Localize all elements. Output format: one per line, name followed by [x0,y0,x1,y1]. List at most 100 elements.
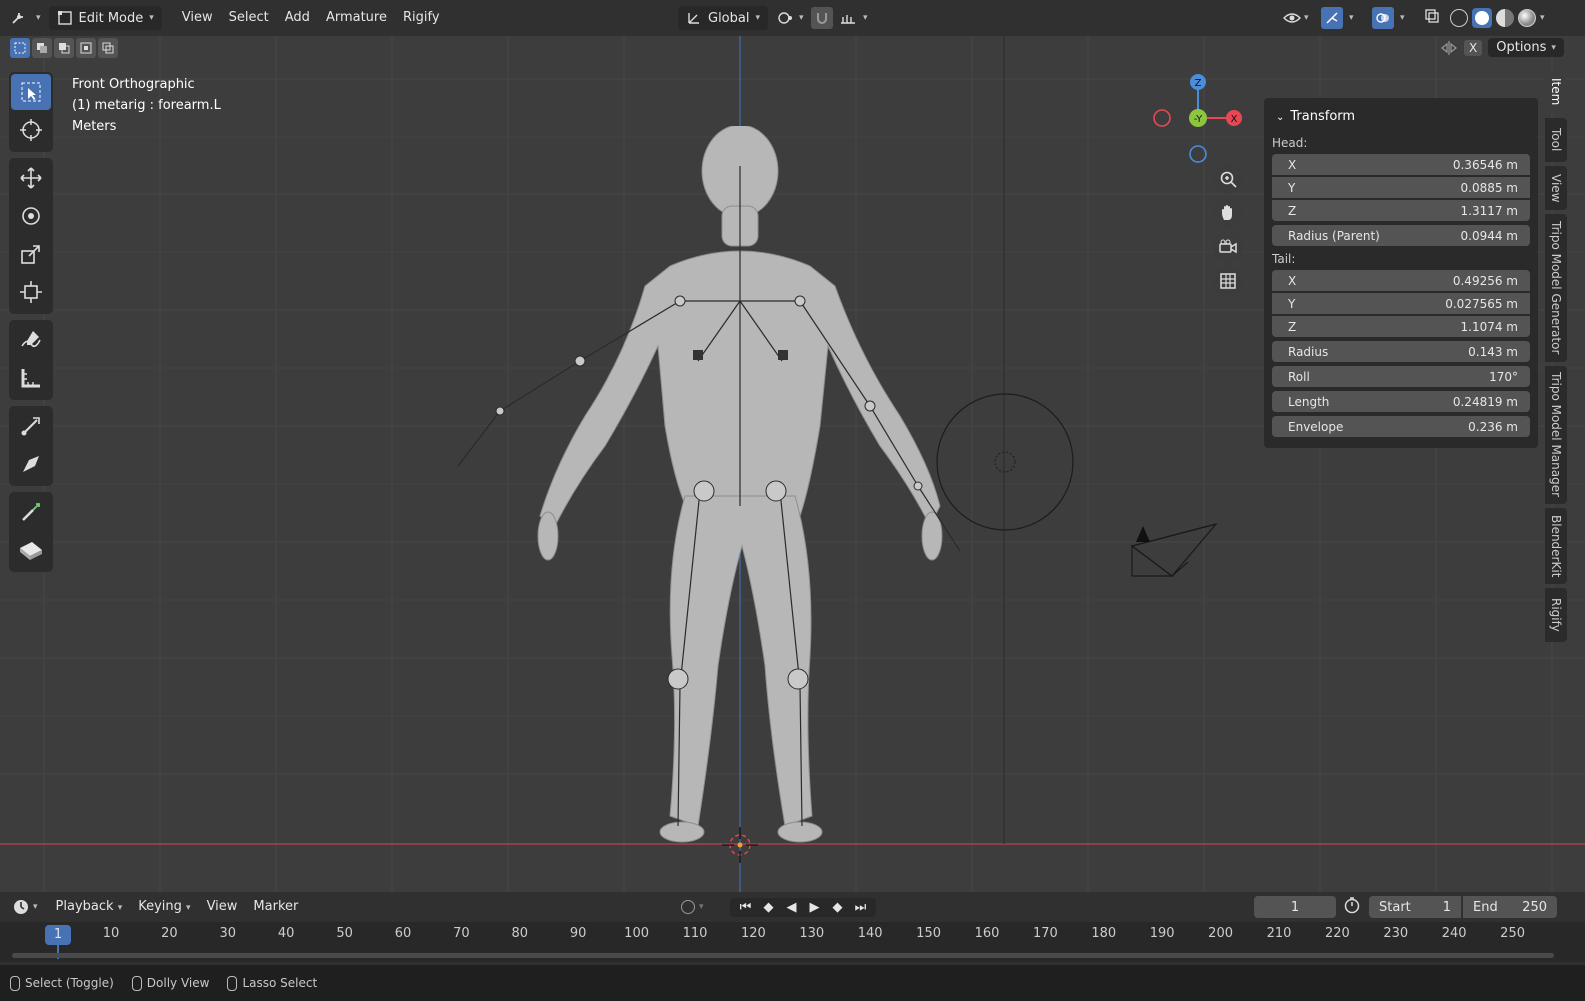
transform-tool[interactable] [11,274,51,310]
select-invert-icon[interactable] [76,38,96,58]
editor-type-button[interactable]: ▾ [10,10,41,26]
scale-tool[interactable] [11,236,51,272]
stopwatch-icon [1344,897,1360,914]
move-tool[interactable] [11,160,51,196]
3d-cursor [722,827,758,863]
next-keyframe-icon[interactable]: ◆ [826,900,849,915]
options-dropdown[interactable]: Options ▾ [1488,38,1564,57]
tail-z-field[interactable]: Z 1.1074 m [1272,316,1530,337]
timeline-ruler[interactable]: 1 10 20 30 40 50 60 70 80 90 100 110 120 130 140 150 16… [0,922,1585,962]
select-subtract-icon[interactable] [54,38,74,58]
mode-dropdown[interactable]: Edit Mode ▾ [48,6,162,30]
jump-start-icon[interactable]: ⏮ [734,900,757,915]
envelope-field[interactable]: Envelope 0.236 m [1272,416,1530,437]
chevron-down-icon[interactable]: ▾ [1540,13,1545,23]
status-select-toggle-label: Select (Toggle) [25,975,114,990]
radius-field[interactable]: Radius 0.143 m [1272,341,1530,362]
navigation-gizmo[interactable]: Z X -Y [1146,70,1250,166]
cursor-tool[interactable] [11,112,51,148]
head-z-label: Z [1288,203,1297,218]
menu-select[interactable]: Select [221,6,277,30]
mirror-x-toggle[interactable]: X [1464,39,1483,56]
menu-view[interactable]: View [174,6,221,30]
tail-y-field[interactable]: Y 0.027565 m [1272,293,1530,314]
chevron-down-icon: ▾ [699,902,704,912]
solid-shading-icon[interactable] [1472,8,1492,28]
preview-range-toggle[interactable] [1343,896,1361,918]
current-frame-field[interactable]: 1 [1254,896,1336,918]
prev-keyframe-icon[interactable]: ◆ [757,900,780,915]
camera-view-button[interactable] [1213,232,1243,262]
annotate-tool[interactable] [11,322,51,358]
tab-blenderkit[interactable]: BlenderKit [1545,508,1567,584]
menu-armature[interactable]: Armature [318,6,395,30]
rendered-shading-icon[interactable] [1518,9,1536,27]
editor-type-icon [12,13,23,24]
select-intersect-icon[interactable] [98,38,118,58]
overlay-toggle[interactable]: ▾ [1372,7,1405,29]
head-z-field[interactable]: Z 1.3117 m [1272,200,1530,221]
head-label: Head: [1272,136,1308,150]
roll-tool[interactable] [11,408,51,444]
bone-size-tool[interactable] [11,446,51,482]
ruler-tick-label: 90 [569,926,587,941]
timeline-editor-type[interactable]: ▾ [12,898,38,916]
visibility-dropdown[interactable]: ▾ [1283,11,1309,25]
select-box-mode-set-icon[interactable] [10,38,30,58]
length-field[interactable]: Length 0.24819 m [1272,391,1530,412]
play-icon[interactable]: ▶ [803,900,826,915]
head-x-field[interactable]: X 0.36546 m [1272,154,1530,175]
transform-panel-header[interactable]: ⌄ Transform [1272,104,1530,130]
status-dolly-view: Dolly View [131,975,209,991]
roll-field[interactable]: Roll 170° [1272,366,1530,387]
jump-end-icon[interactable]: ⏭ [849,900,872,915]
pan-button[interactable] [1213,198,1243,228]
radius-parent-field[interactable]: Radius (Parent) 0.0944 m [1272,225,1530,246]
middle-mouse-icon [131,975,142,991]
pivot-dropdown[interactable]: ▾ [776,10,804,26]
chevron-down-icon: ▾ [36,13,41,23]
tail-x-field[interactable]: X 0.49256 m [1272,270,1530,291]
gizmo-toggle[interactable]: ▾ [1321,7,1354,29]
play-reverse-icon[interactable]: ◀ [780,900,803,915]
rotate-tool[interactable] [11,198,51,234]
empty-circle-object[interactable] [934,391,1076,533]
gizmo-y-label: -Y [1194,114,1203,125]
menu-marker[interactable]: Marker [245,895,306,919]
orientation-dropdown[interactable]: Global ▾ [678,6,769,30]
auto-keying-toggle[interactable]: ▾ [681,900,704,914]
extrude-tool[interactable] [11,494,51,530]
start-frame-field[interactable]: Start 1 [1369,896,1461,918]
menu-timeline-view[interactable]: View [199,895,246,919]
character-mesh[interactable] [440,126,980,856]
tab-item[interactable]: Item [1545,70,1567,114]
snap-toggle[interactable]: ▾ [811,7,868,29]
mirror-icon[interactable] [1440,40,1458,56]
perspective-toggle-button[interactable] [1213,266,1243,296]
left-mouse-icon [10,975,20,991]
tab-tool[interactable]: Tool [1545,118,1567,162]
3d-viewport[interactable]: Front Orthographic (1) metarig : forearm… [0,36,1585,892]
menu-add[interactable]: Add [277,6,318,30]
end-frame-field[interactable]: End 250 [1463,896,1557,918]
ruler-tick-label: 210 [1266,926,1292,941]
timeline-scrollbar[interactable] [12,953,1554,958]
tab-tripo-model-manager[interactable]: Tripo Model Manager [1545,366,1567,504]
zoom-button[interactable] [1213,164,1243,194]
menu-rigify[interactable]: Rigify [395,6,448,30]
measure-tool[interactable] [11,360,51,396]
material-shading-icon[interactable] [1496,9,1514,27]
menu-playback[interactable]: Playback ▾ [48,895,131,919]
head-y-field[interactable]: Y 0.0885 m [1272,177,1530,198]
select-box-tool[interactable] [11,74,51,110]
shear-tool[interactable] [11,532,51,568]
envelope-label: Envelope [1288,419,1344,434]
menu-keying[interactable]: Keying ▾ [130,895,198,919]
camera-object[interactable] [1128,522,1220,584]
tab-tripo-model-generator[interactable]: Tripo Model Generator [1545,214,1567,362]
xray-toggle[interactable] [1424,8,1440,28]
wireframe-shading-icon[interactable] [1450,9,1468,27]
select-extend-icon[interactable] [32,38,52,58]
tab-rigify[interactable]: Rigify [1545,588,1567,642]
tab-view[interactable]: View [1545,166,1567,210]
